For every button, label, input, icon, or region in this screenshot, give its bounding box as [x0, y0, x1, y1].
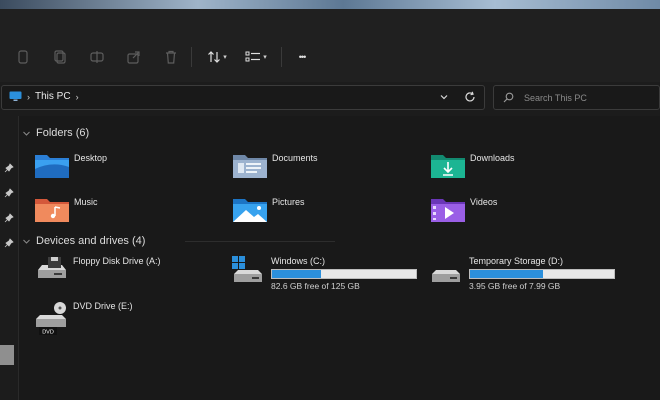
folder-music[interactable]: Music	[34, 195, 98, 223]
copy-icon[interactable]	[51, 48, 69, 66]
downloads-folder-icon	[431, 155, 465, 178]
folder-label: Pictures	[272, 197, 305, 207]
pin-icon[interactable]	[4, 163, 14, 173]
drive-temporary-d[interactable]: Temporary Storage (D:) 3.95 GB free of 7…	[430, 256, 620, 292]
scrollbar-thumb[interactable]	[0, 345, 14, 365]
drive-windows-c[interactable]: Windows (C:) 82.6 GB free of 125 GB	[232, 256, 422, 292]
folders-section-header[interactable]: Folders (6)	[22, 127, 89, 139]
pictures-folder-icon	[233, 199, 267, 222]
section-divider	[185, 241, 335, 242]
toolbar-divider	[191, 47, 192, 67]
pin-icon[interactable]	[4, 238, 14, 248]
drive-usage-fill	[272, 270, 321, 278]
chevron-down-icon: ▾	[223, 54, 227, 61]
section-title: Devices and drives (4)	[36, 235, 146, 247]
folder-downloads[interactable]: Downloads	[430, 151, 515, 179]
drive-free-space: 82.6 GB free of 125 GB	[271, 281, 360, 291]
folder-documents[interactable]: Documents	[232, 151, 318, 179]
pin-icon[interactable]	[4, 188, 14, 198]
cut-icon[interactable]	[14, 48, 32, 66]
folder-label: Videos	[470, 197, 498, 207]
window-top-strip	[0, 0, 660, 9]
music-folder-icon	[35, 199, 69, 222]
search-icon	[503, 92, 514, 106]
refresh-icon[interactable]	[464, 91, 476, 106]
delete-icon[interactable]	[162, 48, 180, 66]
sort-icon	[208, 51, 221, 63]
drive-floppy[interactable]: Floppy Disk Drive (A:)	[34, 256, 194, 286]
folder-label: Music	[74, 197, 98, 207]
drive-usage-fill	[470, 270, 544, 278]
breadcrumb: › This PC ›	[9, 91, 79, 102]
chevron-down-icon: ▾	[263, 54, 267, 61]
drive-name: Floppy Disk Drive (A:)	[73, 256, 161, 266]
breadcrumb-this-pc[interactable]: This PC	[35, 91, 71, 102]
rename-icon[interactable]	[88, 48, 106, 66]
chevron-down-icon	[23, 131, 30, 136]
search-box[interactable]: Search This PC	[493, 85, 660, 110]
folder-pictures[interactable]: Pictures	[232, 195, 305, 223]
drive-name: DVD Drive (E:)	[73, 301, 133, 311]
floppy-drive-icon	[38, 257, 66, 278]
address-history-chevron-icon[interactable]	[439, 92, 449, 105]
videos-folder-icon	[431, 199, 465, 222]
search-input[interactable]: Search This PC	[524, 93, 587, 103]
view-button[interactable]: ▾	[241, 48, 271, 66]
command-bar: ▾ ▾ •••	[0, 9, 660, 82]
more-icon[interactable]: •••	[292, 48, 312, 66]
desktop-folder-icon	[35, 155, 69, 178]
view-icon	[245, 51, 261, 62]
breadcrumb-separator[interactable]: ›	[27, 92, 30, 102]
share-icon[interactable]	[125, 48, 143, 66]
dvd-drive-icon: DVD	[36, 302, 66, 336]
devices-section-header[interactable]: Devices and drives (4)	[22, 235, 145, 247]
pin-icon[interactable]	[4, 213, 14, 223]
folder-videos[interactable]: Videos	[430, 195, 497, 223]
drive-free-space: 3.95 GB free of 7.99 GB	[469, 281, 561, 291]
chevron-down-icon	[23, 239, 30, 244]
breadcrumb-separator[interactable]: ›	[76, 92, 79, 102]
navigation-pane	[0, 116, 19, 400]
folder-desktop[interactable]: Desktop	[34, 151, 107, 179]
windows-drive-icon	[232, 256, 262, 282]
address-bar[interactable]: › This PC ›	[1, 85, 485, 110]
toolbar-divider	[281, 47, 282, 67]
folder-label: Desktop	[74, 153, 108, 163]
section-title: Folders (6)	[36, 127, 90, 139]
documents-folder-icon	[233, 155, 267, 178]
drive-dvd-e[interactable]: DVD DVD Drive (E:)	[34, 301, 194, 337]
drive-usage-bar	[271, 269, 417, 279]
this-pc-icon	[9, 91, 22, 101]
drive-name: Temporary Storage (D:)	[469, 256, 564, 266]
content-pane: Folders (6) Desktop Documents Downloads	[0, 116, 660, 400]
hard-drive-icon	[432, 270, 460, 282]
dvd-disc-label: DVD	[42, 330, 54, 336]
drive-name: Windows (C:)	[271, 256, 326, 266]
folder-label: Documents	[272, 153, 318, 163]
sort-button[interactable]: ▾	[203, 48, 231, 66]
drive-usage-bar	[469, 269, 615, 279]
folder-label: Downloads	[470, 153, 515, 163]
